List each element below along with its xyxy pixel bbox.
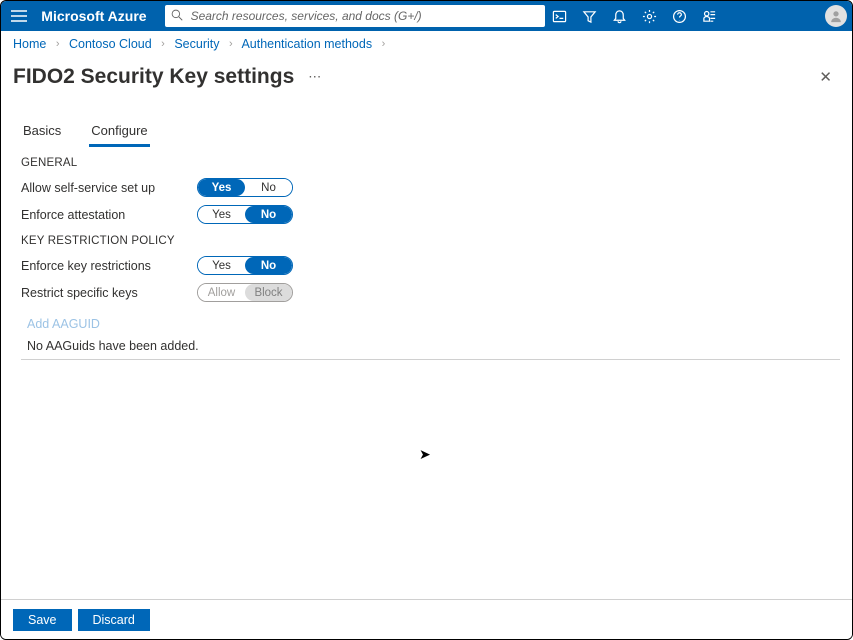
toggle-restrictkeys-block: Block <box>245 284 292 301</box>
label-restrictkeys: Restrict specific keys <box>21 286 197 300</box>
toggle-attestation-yes[interactable]: Yes <box>198 206 245 223</box>
notifications-icon[interactable] <box>605 1 635 31</box>
toggle-selfservice[interactable]: Yes No <box>197 178 293 197</box>
tab-basics[interactable]: Basics <box>21 119 63 147</box>
row-enforcekeys: Enforce key restrictions Yes No <box>21 253 840 278</box>
row-attestation: Enforce attestation Yes No <box>21 202 840 227</box>
toggle-restrictkeys-allow: Allow <box>198 284 245 301</box>
chevron-right-icon: › <box>223 38 239 50</box>
chevron-right-icon: › <box>155 38 171 50</box>
label-selfservice: Allow self-service set up <box>21 181 197 195</box>
directory-filter-icon[interactable] <box>575 1 605 31</box>
label-attestation: Enforce attestation <box>21 208 197 222</box>
close-icon[interactable]: ✕ <box>811 64 840 90</box>
avatar <box>825 5 847 27</box>
more-actions-icon[interactable]: ⋯ <box>308 69 322 85</box>
cursor-icon: ➤ <box>419 446 431 463</box>
settings-icon[interactable] <box>635 1 665 31</box>
section-restriction: KEY RESTRICTION POLICY <box>21 235 840 247</box>
toggle-attestation-no[interactable]: No <box>245 206 292 223</box>
feedback-icon[interactable] <box>695 1 725 31</box>
help-icon[interactable] <box>665 1 695 31</box>
breadcrumb-home[interactable]: Home <box>13 37 46 51</box>
chevron-right-icon: › <box>50 38 66 50</box>
breadcrumb-contoso[interactable]: Contoso Cloud <box>69 37 152 51</box>
toggle-selfservice-yes[interactable]: Yes <box>198 179 245 196</box>
breadcrumb-security[interactable]: Security <box>174 37 219 51</box>
tabs: Basics Configure <box>21 119 840 147</box>
top-bar: Microsoft Azure <box>1 1 852 31</box>
chevron-right-icon: › <box>376 38 392 50</box>
discard-button[interactable]: Discard <box>78 609 150 631</box>
breadcrumb-authmethods[interactable]: Authentication methods <box>241 37 372 51</box>
content-area: Basics Configure GENERAL Allow self-serv… <box>1 93 852 360</box>
row-restrictkeys: Restrict specific keys Allow Block <box>21 280 840 305</box>
no-aaguid-message: No AAGuids have been added. <box>27 339 840 353</box>
toggle-enforcekeys-yes[interactable]: Yes <box>198 257 245 274</box>
search-input[interactable] <box>189 8 539 24</box>
add-aaguid-link: Add AAGUID <box>27 317 100 331</box>
section-general: GENERAL <box>21 157 840 169</box>
toggle-attestation[interactable]: Yes No <box>197 205 293 224</box>
search-icon <box>171 9 189 24</box>
breadcrumb: Home › Contoso Cloud › Security › Authen… <box>1 31 852 59</box>
save-button[interactable]: Save <box>13 609 72 631</box>
footer-bar: Save Discard <box>1 599 852 639</box>
row-selfservice: Allow self-service set up Yes No <box>21 175 840 200</box>
page-title: FIDO2 Security Key settings <box>13 65 294 89</box>
label-enforcekeys: Enforce key restrictions <box>21 259 197 273</box>
divider <box>21 359 840 360</box>
toggle-enforcekeys-no[interactable]: No <box>245 257 292 274</box>
account-area[interactable] <box>725 1 852 31</box>
top-icons <box>545 1 725 31</box>
title-bar: FIDO2 Security Key settings ⋯ ✕ <box>1 59 852 93</box>
toggle-selfservice-no[interactable]: No <box>245 179 292 196</box>
toggle-restrictkeys: Allow Block <box>197 283 293 302</box>
search-box[interactable] <box>165 5 545 27</box>
hamburger-menu[interactable] <box>1 1 37 31</box>
tab-configure[interactable]: Configure <box>89 119 149 147</box>
cloud-shell-icon[interactable] <box>545 1 575 31</box>
toggle-enforcekeys[interactable]: Yes No <box>197 256 293 275</box>
brand-label[interactable]: Microsoft Azure <box>37 8 154 24</box>
